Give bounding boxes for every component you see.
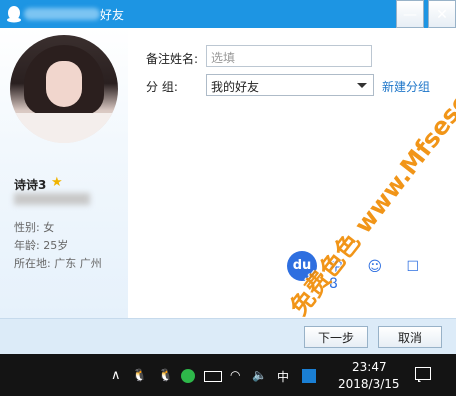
qq-tray-icon[interactable]: 🐧 (132, 368, 147, 382)
remark-label: 备注姓名: (146, 52, 199, 66)
next-button[interactable]: 下一步 (304, 326, 368, 348)
qq-penguin-icon (7, 6, 21, 23)
wifi-icon[interactable]: ◠ (230, 368, 240, 382)
chevron-up-icon[interactable]: ∧ (111, 368, 121, 383)
group-select[interactable]: 我的好友 (206, 74, 374, 96)
blurred-account-number (14, 193, 90, 205)
chevron-down-icon[interactable] (357, 83, 367, 88)
window-title: 好友 (100, 8, 125, 22)
star-icon: ★ (51, 175, 63, 190)
green-app-icon[interactable] (181, 369, 195, 383)
clock-time[interactable]: 23:47 (352, 360, 387, 374)
gender-text: 性别: 女 (14, 221, 55, 234)
blurred-contact-name (24, 8, 100, 20)
age-text: 年龄: 25岁 (14, 239, 69, 252)
group-label: 分 组: (146, 80, 178, 94)
qq-tray-icon-2[interactable]: 🐧 (158, 368, 173, 382)
close-button[interactable]: ✕ (428, 0, 456, 28)
new-group-link[interactable]: 新建分组 (382, 78, 430, 95)
ime-indicator[interactable]: 中 (277, 368, 289, 385)
volume-icon[interactable]: 🔈 (252, 368, 267, 382)
nickname: 诗诗3 (14, 178, 47, 192)
location-text: 所在地: 广东 广州 (14, 257, 102, 270)
avatar (10, 35, 118, 143)
battery-icon[interactable] (204, 371, 222, 382)
group-select-value: 我的好友 (211, 80, 260, 94)
clock-date[interactable]: 2018/3/15 (338, 377, 400, 391)
minimize-button[interactable]: — (396, 0, 424, 28)
blue-app-icon[interactable] (302, 369, 316, 383)
title-bar: 好友 — ✕ (0, 0, 456, 28)
cancel-button[interactable]: 取消 (378, 326, 442, 348)
notification-icon[interactable] (415, 367, 431, 382)
remark-input[interactable]: 选填 (206, 45, 372, 67)
